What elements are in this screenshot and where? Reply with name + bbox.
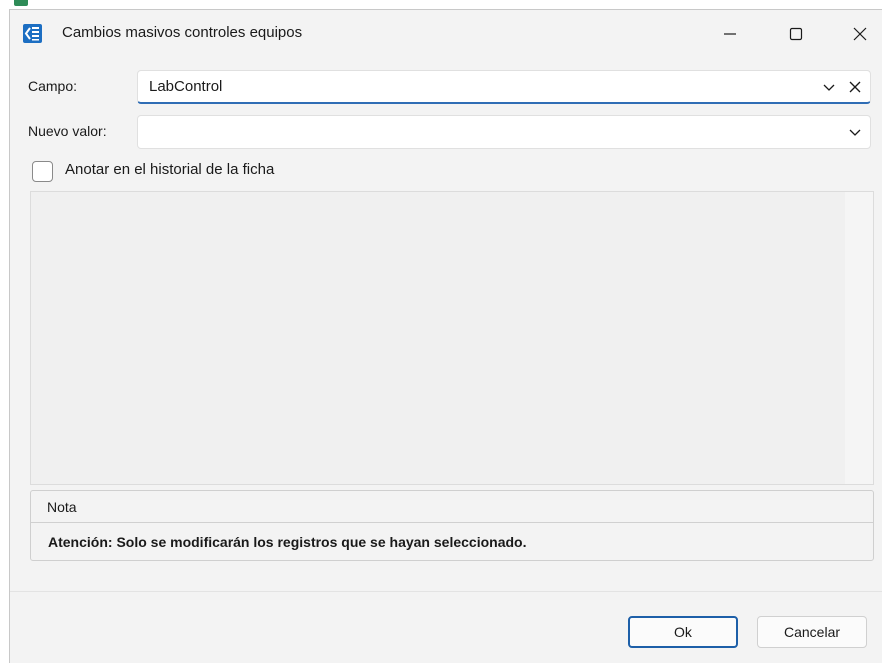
campo-label: Campo: (28, 78, 78, 94)
cancel-button[interactable]: Cancelar (757, 616, 867, 648)
note-title: Nota (47, 499, 77, 515)
campo-combobox[interactable]: LabControl (137, 70, 871, 104)
window-title: Cambios masivos controles equipos (62, 24, 303, 41)
app-icon (23, 24, 42, 43)
nuevo-valor-combobox[interactable] (137, 115, 871, 149)
maximize-icon (789, 27, 803, 41)
anotar-historial-checkbox[interactable] (32, 161, 53, 182)
maximize-button[interactable] (773, 10, 819, 58)
title-bar[interactable]: Cambios masivos controles equipos (10, 10, 882, 58)
note-warning-text: Atención: Solo se modificarán los regist… (48, 534, 527, 550)
ok-button[interactable]: Ok (628, 616, 738, 648)
footer-divider (10, 591, 882, 592)
chevron-down-icon[interactable] (847, 124, 863, 140)
background-app-icon (14, 0, 28, 6)
vertical-scrollbar[interactable] (845, 192, 873, 484)
minimize-icon (724, 33, 736, 35)
close-icon (853, 27, 867, 41)
dialog-window: Cambios masivos controles equipos Campo:… (9, 9, 882, 663)
close-button[interactable] (837, 10, 882, 58)
nuevo-valor-label: Nuevo valor: (28, 123, 107, 139)
note-header: Nota (31, 491, 873, 523)
minimize-button[interactable] (707, 10, 753, 58)
content-panel[interactable] (30, 191, 874, 485)
anotar-historial-label[interactable]: Anotar en el historial de la ficha (65, 161, 274, 178)
note-panel: Nota Atención: Solo se modificarán los r… (30, 490, 874, 561)
campo-value: LabControl (149, 78, 223, 95)
clear-icon[interactable] (847, 79, 863, 95)
chevron-down-icon[interactable] (821, 79, 837, 95)
